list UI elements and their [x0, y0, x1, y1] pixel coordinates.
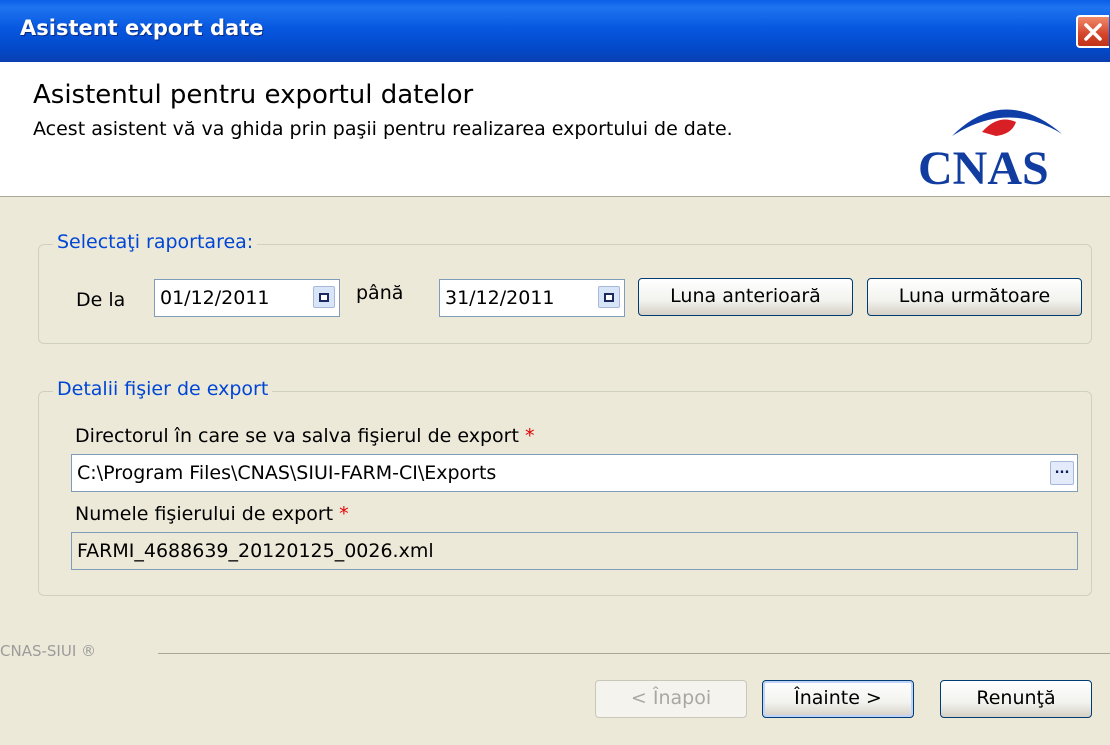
wizard-subtitle: Acest asistent vă va ghida prin paşii pe…	[33, 118, 733, 140]
filename-label: Numele fişierului de export *	[75, 503, 349, 525]
calendar-icon[interactable]	[598, 286, 620, 308]
file-legend: Detalii fişier de export	[53, 378, 273, 400]
next-month-button[interactable]: Luna următoare	[867, 278, 1082, 316]
prev-month-button[interactable]: Luna anterioară	[638, 278, 853, 316]
calendar-icon[interactable]	[313, 286, 335, 308]
next-button[interactable]: Înainte >	[762, 680, 914, 718]
from-label: De la	[76, 289, 126, 311]
wizard-title: Asistentul pentru exportul datelor	[33, 80, 474, 110]
to-date-value: 31/12/2011	[445, 287, 555, 309]
period-legend: Selectaţi raportarea:	[53, 231, 258, 253]
title-bar[interactable]: Asistent export date	[0, 0, 1110, 62]
to-date-input[interactable]: 31/12/2011	[439, 279, 625, 317]
required-mark: *	[339, 503, 349, 525]
from-date-value: 01/12/2011	[160, 287, 270, 309]
close-icon	[1084, 23, 1102, 41]
back-button[interactable]: < Înapoi	[595, 680, 747, 718]
cancel-button[interactable]: Renunţă	[940, 680, 1092, 718]
svg-text:CNAS: CNAS	[918, 142, 1049, 192]
filename-value: FARMI_4688639_20120125_0026.xml	[77, 540, 434, 562]
close-button[interactable]	[1076, 15, 1109, 48]
wizard-header: Asistentul pentru exportul datelor Acest…	[0, 62, 1110, 197]
required-mark: *	[524, 425, 535, 447]
window-title: Asistent export date	[20, 16, 264, 40]
filename-input[interactable]: FARMI_4688639_20120125_0026.xml	[71, 532, 1078, 570]
directory-label: Directorul în care se va salva fişierul …	[75, 425, 535, 447]
to-label: până	[356, 282, 404, 304]
directory-input[interactable]: C:\Program Files\CNAS\SIUI-FARM-CI\Expor…	[71, 454, 1078, 492]
browse-button[interactable]: ...	[1050, 461, 1074, 485]
directory-value: C:\Program Files\CNAS\SIUI-FARM-CI\Expor…	[77, 462, 497, 484]
cnas-logo: CNAS	[912, 92, 1088, 195]
brand-label: CNAS-SIUI ®	[0, 642, 97, 660]
from-date-input[interactable]: 01/12/2011	[154, 279, 340, 317]
footer-divider	[158, 653, 1110, 654]
